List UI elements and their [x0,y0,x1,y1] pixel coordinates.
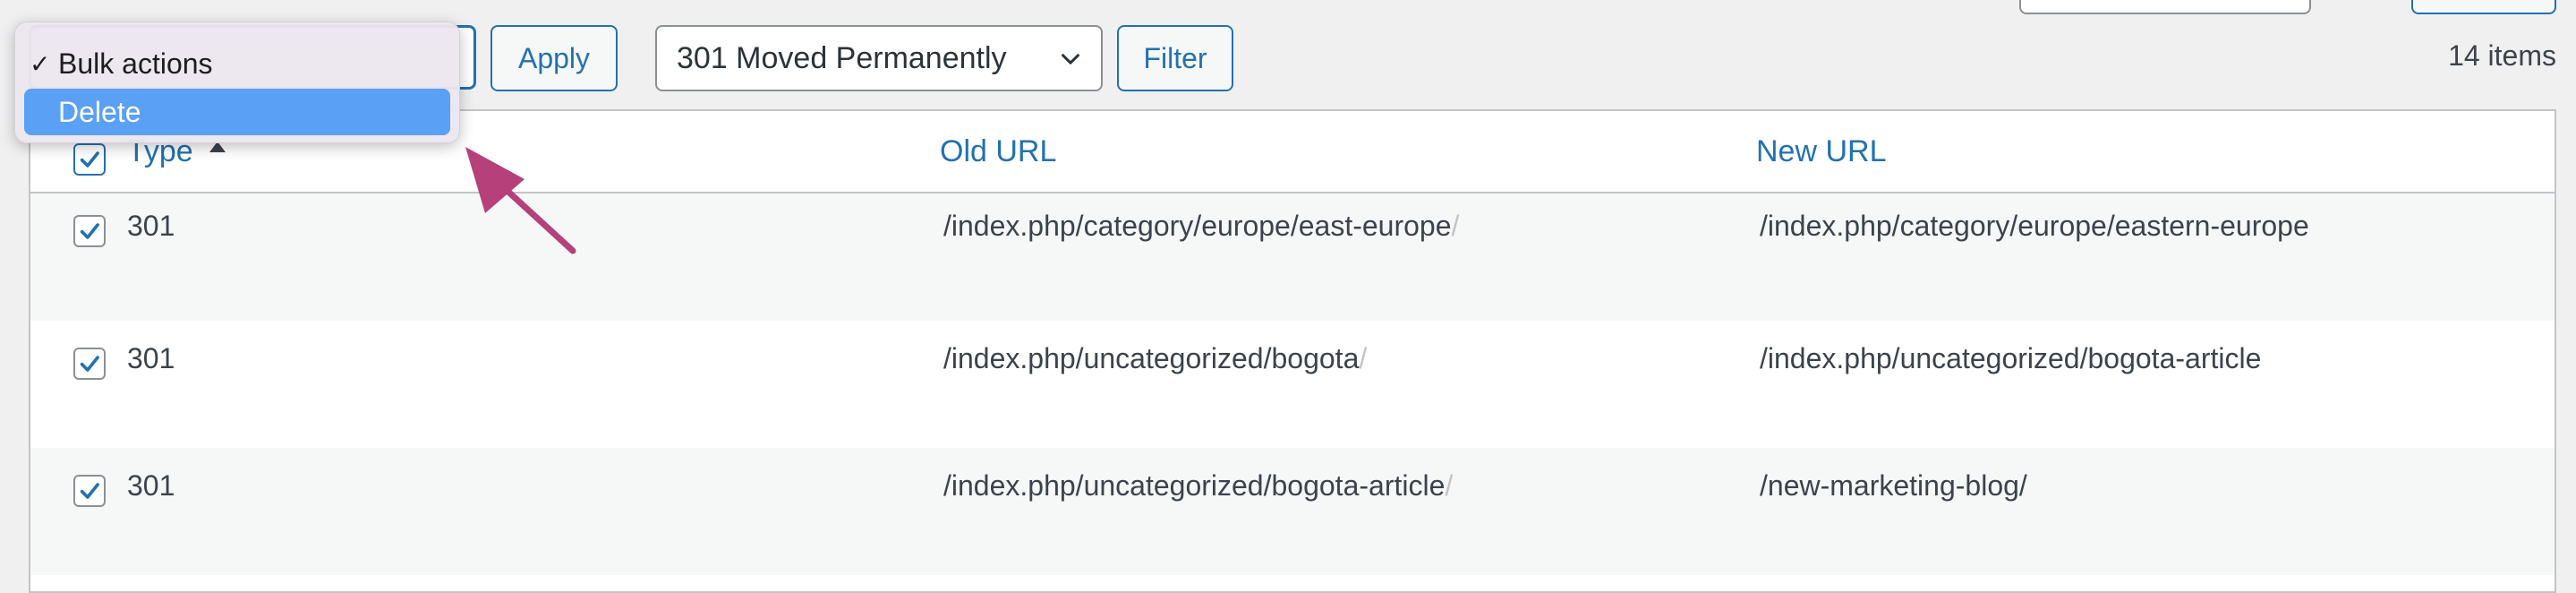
cell-old-url: /index.php/uncategorized/bogota/ [943,342,1367,375]
old-url-suffix: / [1445,469,1454,502]
old-url-text: /index.php/category/europe/east-europe [943,210,1452,242]
row-checkbox[interactable] [73,348,106,380]
cell-new-url: /index.php/category/europe/eastern-europ… [1760,210,2309,242]
redirects-table: Type Old URL New URL 301 /index.php/cate… [29,109,2556,593]
checkmark-icon [80,483,99,499]
old-url-text: /index.php/uncategorized/bogota [943,342,1360,374]
dropdown-option-label: Bulk actions [58,47,213,80]
cell-new-url: /new-marketing-blog/ [1760,469,2027,502]
dropdown-option-bulk-actions[interactable]: ✓ Bulk actions [24,40,450,87]
row-checkbox[interactable] [73,215,106,247]
cell-type: 301 [127,469,175,502]
dropdown-option-label: Delete [58,95,141,128]
search-button[interactable] [2411,0,2556,14]
chevron-down-icon [1062,54,1079,64]
old-url-text: /index.php/uncategorized/bogota-article [943,469,1446,502]
bulk-actions-dropdown: ✓ Bulk actions Delete [14,21,460,143]
old-url-suffix: / [1451,210,1460,242]
table-row: 301 /index.php/uncategorized/bogota-arti… [30,448,2555,575]
search-input[interactable] [2019,0,2311,14]
apply-button[interactable]: Apply [490,25,618,91]
filter-button[interactable]: Filter [1117,25,1233,91]
status-filter-select[interactable]: 301 Moved Permanently [655,25,1103,91]
items-count: 14 items [2448,39,2556,72]
arrow-pointer-icon [465,147,576,254]
select-all-checkbox[interactable] [73,143,106,176]
table-row: 301 /index.php/uncategorized/bogota/ /in… [30,321,2555,448]
status-filter-value: 301 Moved Permanently [677,40,1007,75]
table-row: 301 /index.php/category/europe/east-euro… [30,193,2555,321]
row-checkbox[interactable] [73,475,106,507]
checkmark-icon [80,356,99,372]
cell-old-url: /index.php/uncategorized/bogota-article/ [943,469,1453,503]
dropdown-option-delete[interactable]: Delete [24,89,450,135]
cell-type: 301 [127,210,175,242]
checkmark-icon [80,223,99,239]
cell-type: 301 [127,342,175,374]
column-header-old-url[interactable]: Old URL [940,134,1056,169]
column-header-new-url[interactable]: New URL [1756,134,1886,169]
checkmark-icon: ✓ [30,49,51,78]
cell-old-url: /index.php/category/europe/east-europe/ [943,210,1459,243]
cell-new-url: /index.php/uncategorized/bogota-article [1760,342,2262,374]
old-url-suffix: / [1359,342,1368,374]
checkmark-icon [80,151,99,168]
